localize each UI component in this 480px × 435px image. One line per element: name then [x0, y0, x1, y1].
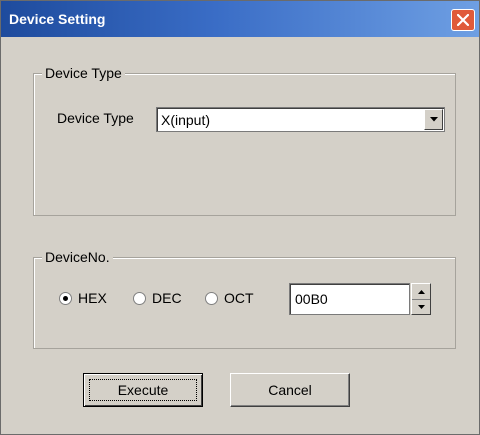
radio-oct-indicator[interactable]: [205, 291, 218, 305]
cancel-button-label: Cancel: [268, 382, 312, 398]
device-number-input[interactable]: 00B0: [289, 283, 410, 315]
spinner-down-button[interactable]: [412, 299, 430, 314]
device-type-select[interactable]: X(input): [156, 107, 445, 132]
title-bar[interactable]: Device Setting: [1, 1, 479, 37]
device-type-label: Device Type: [57, 110, 134, 126]
chevron-down-icon: [429, 117, 438, 122]
device-type-group: Device Type: [33, 65, 456, 216]
radio-dec[interactable]: DEC: [133, 290, 182, 306]
device-number-value: 00B0: [295, 291, 328, 307]
radio-dec-label: DEC: [152, 290, 182, 306]
device-type-select-value: X(input): [161, 112, 211, 128]
arrow-up-icon: [417, 289, 425, 294]
device-number-spinner[interactable]: [411, 283, 431, 315]
device-type-group-legend: Device Type: [42, 65, 125, 81]
radio-hex[interactable]: HEX: [59, 290, 107, 306]
radio-oct[interactable]: OCT: [205, 290, 254, 306]
execute-button[interactable]: Execute: [83, 373, 203, 407]
device-no-group-legend: DeviceNo.: [42, 249, 113, 265]
arrow-down-icon: [417, 304, 425, 309]
window-title: Device Setting: [9, 11, 106, 27]
radio-dec-indicator[interactable]: [133, 291, 146, 305]
spinner-up-button[interactable]: [412, 284, 430, 300]
close-button[interactable]: [451, 9, 475, 31]
cancel-button[interactable]: Cancel: [230, 373, 350, 407]
radio-hex-indicator[interactable]: [59, 291, 72, 305]
device-setting-dialog: Device Setting Device Type Device Type X…: [0, 0, 480, 435]
radio-oct-label: OCT: [224, 290, 254, 306]
close-icon: [457, 14, 469, 26]
radio-hex-label: HEX: [78, 290, 107, 306]
focus-rectangle: [89, 379, 197, 401]
dropdown-arrow-button[interactable]: [424, 109, 443, 130]
